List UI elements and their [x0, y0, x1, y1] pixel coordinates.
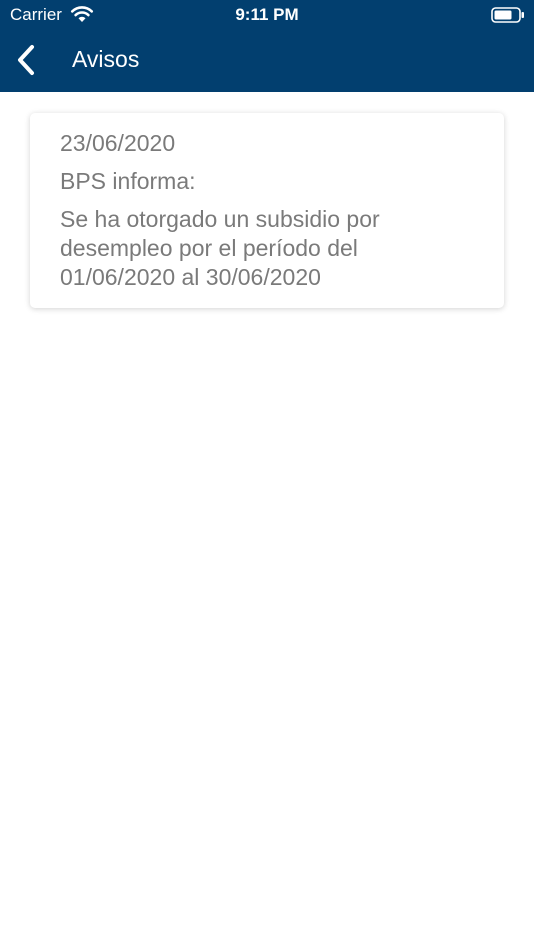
back-button[interactable]: [4, 40, 48, 80]
status-bar: Carrier 9:11 PM: [0, 0, 534, 30]
notice-source: BPS informa:: [60, 168, 196, 194]
notice-date: 23/06/2020: [60, 130, 176, 156]
battery-icon: [491, 7, 524, 23]
app-header: Carrier 9:11 PM Avisos: [0, 0, 534, 92]
page-title: Avisos: [72, 46, 140, 72]
notice-message: Se ha otorgado un subsidio por desempleo…: [60, 206, 380, 290]
chevron-left-icon: [18, 45, 34, 75]
notice-card[interactable]: 23/06/2020 BPS informa: Se ha otorgado u…: [30, 113, 504, 308]
status-time: 9:11 PM: [235, 5, 299, 24]
